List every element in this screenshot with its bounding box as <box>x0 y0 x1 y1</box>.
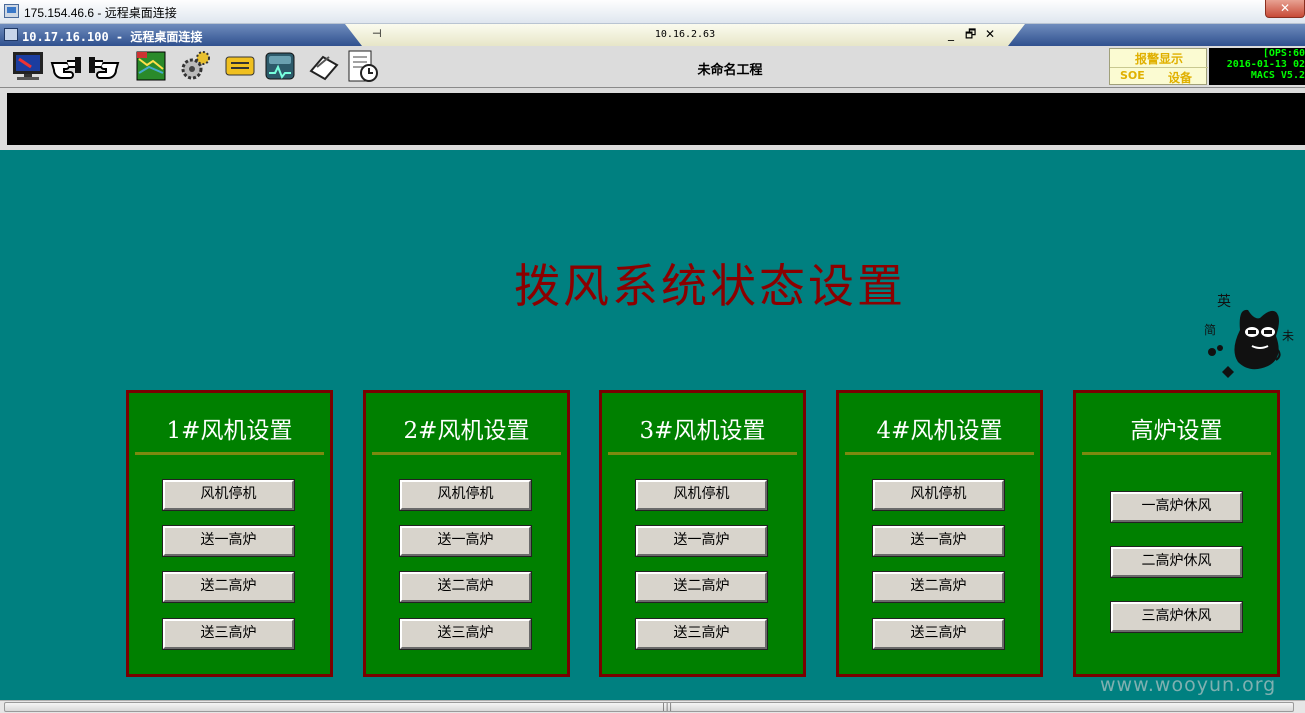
panel-divider <box>1082 452 1271 455</box>
alarm-display-label[interactable]: 报警显示 <box>1110 50 1208 67</box>
fan-2-stop-button[interactable]: 风机停机 <box>399 479 532 511</box>
hand-point-right-icon[interactable] <box>87 49 121 83</box>
close-button[interactable]: ✕ <box>985 27 995 41</box>
system-status-display: [OPS:60 2016-01-13 02 MACS V5.2 <box>1209 48 1305 85</box>
map-icon[interactable] <box>134 49 168 83</box>
report-clock-icon[interactable] <box>346 49 380 83</box>
restore-button[interactable]: 🗗 <box>965 27 976 41</box>
fan-1-to-furnace-2-button[interactable]: 送二高炉 <box>162 571 295 603</box>
fan-3-panel: 3#风机设置 风机停机 送一高炉 送二高炉 送三高炉 <box>599 390 806 677</box>
fan-4-to-furnace-2-button[interactable]: 送二高炉 <box>872 571 1005 603</box>
datetime-label: 2016-01-13 02 <box>1226 59 1305 70</box>
panel-title: 2#风机设置 <box>403 418 530 444</box>
panel-divider <box>135 452 324 455</box>
outer-close-button[interactable]: ✕ <box>1265 0 1305 18</box>
fan-3-stop-button[interactable]: 风机停机 <box>635 479 768 511</box>
message-frame <box>0 88 1305 150</box>
hand-point-left-icon[interactable] <box>49 49 83 83</box>
scrollbar-thumb[interactable] <box>4 702 1294 712</box>
remote-desktop-icon <box>4 4 19 18</box>
minimize-button[interactable]: _ <box>948 27 954 41</box>
remote-desktop-icon <box>4 28 18 41</box>
outer-window-titlebar: 175.154.46.6 - 远程桌面连接 ✕ <box>0 0 1305 24</box>
furnace-3-shutdown-button[interactable]: 三高炉休风 <box>1110 601 1243 633</box>
cat-sticker: 英 简 未 <box>1200 290 1300 385</box>
fan-1-to-furnace-3-button[interactable]: 送三高炉 <box>162 618 295 650</box>
version-label: MACS V5.2 <box>1250 70 1305 81</box>
fan-2-panel: 2#风机设置 风机停机 送一高炉 送二高炉 送三高炉 <box>363 390 570 677</box>
tag-icon[interactable] <box>223 49 257 83</box>
panel-title: 高炉设置 <box>1130 418 1223 444</box>
inner-window-title: 10.17.16.100 - 远程桌面连接 <box>22 30 203 44</box>
furnace-panel: 高炉设置 一高炉休风 二高炉休风 三高炉休风 <box>1073 390 1280 677</box>
panel-title: 3#风机设置 <box>639 418 766 444</box>
fan-3-to-furnace-3-button[interactable]: 送三高炉 <box>635 618 768 650</box>
main-canvas: 拨风系统状态设置 英 简 未 1#风机设置 风机停机 送一高炉 送二高炉 送三高… <box>0 150 1305 700</box>
project-name: 未命名工程 <box>697 63 763 78</box>
fan-3-to-furnace-2-button[interactable]: 送二高炉 <box>635 571 768 603</box>
outer-window-title: 175.154.46.6 - 远程桌面连接 <box>24 6 177 20</box>
soe-label[interactable]: SOE <box>1120 69 1145 82</box>
alarm-panel[interactable]: 报警显示 SOE 设备 <box>1109 48 1208 86</box>
rdp-connection-bar: ⊣ 10.16.2.63 _ 🗗 ✕ <box>345 24 1025 46</box>
furnace-2-shutdown-button[interactable]: 二高炉休风 <box>1110 546 1243 578</box>
scrollbar-grip-icon: ||| <box>662 702 674 711</box>
sticker-char-1: 英 <box>1217 293 1231 310</box>
fan-2-to-furnace-2-button[interactable]: 送二高炉 <box>399 571 532 603</box>
panel-divider <box>608 452 797 455</box>
fan-4-to-furnace-1-button[interactable]: 送一高炉 <box>872 525 1005 557</box>
panel-title: 4#风机设置 <box>876 418 1003 444</box>
fan-4-stop-button[interactable]: 风机停机 <box>872 479 1005 511</box>
fan-4-panel: 4#风机设置 风机停机 送一高炉 送二高炉 送三高炉 <box>836 390 1043 677</box>
page-title: 拨风系统状态设置 <box>514 259 906 313</box>
message-strip <box>7 93 1305 145</box>
panel-divider <box>372 452 561 455</box>
fan-1-to-furnace-1-button[interactable]: 送一高炉 <box>162 525 295 557</box>
trend-icon[interactable] <box>263 49 297 83</box>
sticker-char-2: 简 <box>1204 323 1216 337</box>
furnace-1-shutdown-button[interactable]: 一高炉休风 <box>1110 491 1243 523</box>
panel-title: 1#风机设置 <box>166 418 293 444</box>
device-label[interactable]: 设备 <box>1168 69 1192 86</box>
fan-4-to-furnace-3-button[interactable]: 送三高炉 <box>872 618 1005 650</box>
panel-divider <box>845 452 1034 455</box>
sticker-char-3: 未 <box>1282 329 1294 343</box>
ops-label: [OPS:60 <box>1262 48 1305 59</box>
pen-pad-icon[interactable] <box>307 49 341 83</box>
fan-1-stop-button[interactable]: 风机停机 <box>162 479 295 511</box>
fan-3-to-furnace-1-button[interactable]: 送一高炉 <box>635 525 768 557</box>
fan-2-to-furnace-1-button[interactable]: 送一高炉 <box>399 525 532 557</box>
monitor-icon[interactable] <box>11 49 45 83</box>
rdp-host-label: 10.16.2.63 <box>654 29 716 40</box>
horizontal-scrollbar[interactable]: ||| <box>0 700 1305 713</box>
gears-icon[interactable] <box>178 49 212 83</box>
fan-1-panel: 1#风机设置 风机停机 送一高炉 送二高炉 送三高炉 <box>126 390 333 677</box>
watermark: www.wooyun.org <box>1100 674 1277 696</box>
alarm-divider <box>1110 67 1208 68</box>
fan-2-to-furnace-3-button[interactable]: 送三高炉 <box>399 618 532 650</box>
